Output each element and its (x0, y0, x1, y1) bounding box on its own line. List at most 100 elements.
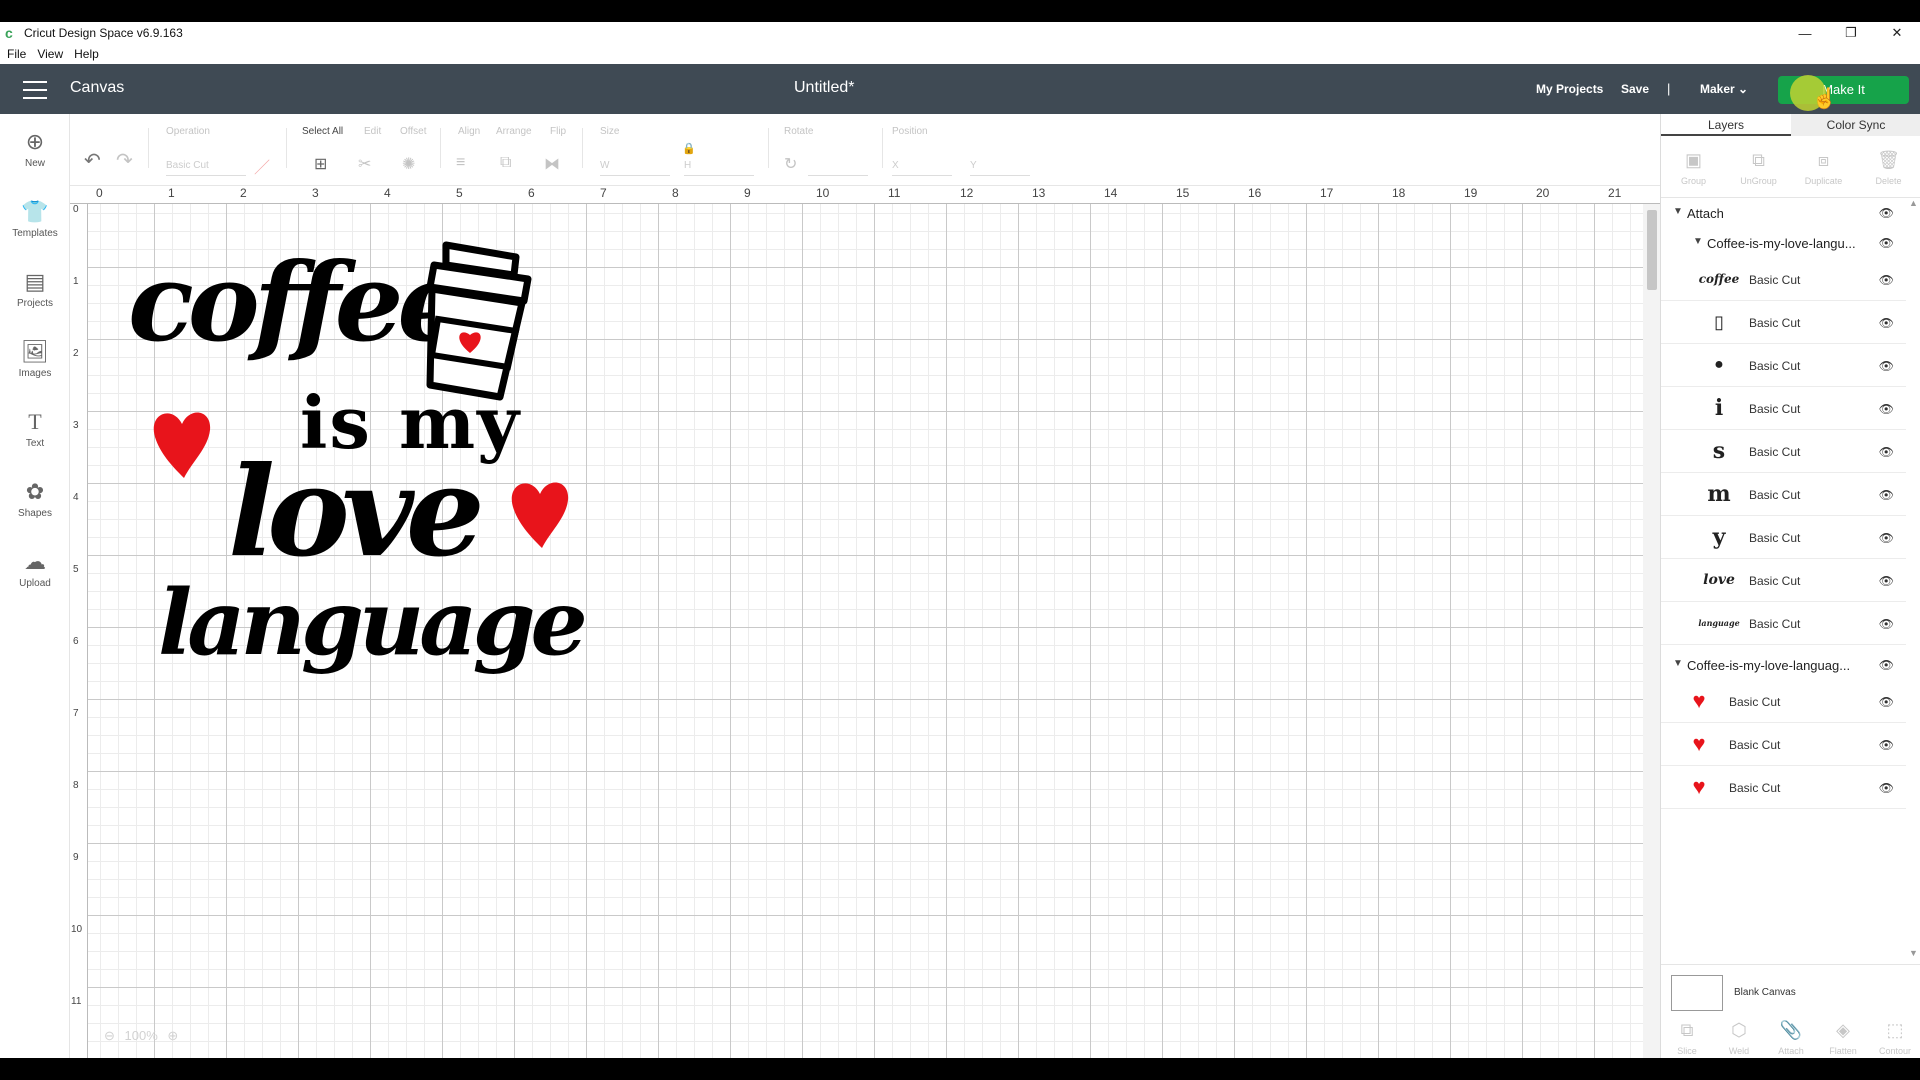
upload-cloud-icon: ☁ (24, 549, 46, 574)
menu-file[interactable]: File (7, 47, 26, 61)
eye-icon[interactable]: 👁 (1879, 236, 1894, 250)
ruler-number: 2 (73, 348, 79, 359)
blank-canvas-swatch[interactable] (1671, 975, 1723, 1011)
heart-icon: ♥ (1692, 688, 1706, 713)
layer-item[interactable]: love Basic Cut 👁 (1661, 559, 1906, 602)
group-button[interactable]: ▣ Group (1661, 136, 1726, 197)
layer-item[interactable]: m Basic Cut 👁 (1661, 473, 1906, 516)
projects-icon: ▤ (24, 269, 46, 294)
eye-icon[interactable]: 👁 (1879, 402, 1894, 416)
layer-item[interactable]: y Basic Cut 👁 (1661, 516, 1906, 559)
collapse-triangle-icon[interactable]: ▼ (1693, 236, 1703, 247)
eye-icon[interactable]: 👁 (1879, 738, 1894, 752)
eye-icon[interactable]: 👁 (1879, 695, 1894, 709)
tab-color-sync[interactable]: Color Sync (1791, 114, 1920, 136)
design-word-coffee: coffee (128, 240, 466, 366)
eye-icon[interactable]: 👁 (1879, 206, 1894, 220)
coffee-love-language-design[interactable]: coffee is my love language (120, 240, 588, 730)
eye-icon[interactable]: 👁 (1879, 488, 1894, 502)
sidebar-item-templates[interactable]: 👕 Templates (0, 192, 70, 252)
hamburger-menu-icon[interactable] (23, 81, 47, 99)
sidebar-item-shapes[interactable]: ✿ Shapes (0, 472, 70, 532)
layer-item[interactable]: ♥ Basic Cut 👁 (1661, 680, 1906, 723)
attach-button[interactable]: 📎 Attach (1765, 1016, 1817, 1058)
layer-group-text[interactable]: ▼ Coffee-is-my-love-langu... 👁 (1661, 228, 1906, 258)
collapse-triangle-icon[interactable]: ▼ (1673, 658, 1683, 669)
layer-item[interactable]: coffee Basic Cut 👁 (1661, 258, 1906, 301)
sidebar-item-new[interactable]: ⊕ New (0, 122, 70, 182)
sidebar-item-images[interactable]: 🖼 Images (0, 332, 70, 392)
eye-icon[interactable]: 👁 (1879, 531, 1894, 545)
pen-color-icon[interactable]: ／ (254, 154, 270, 178)
operation-select[interactable]: Basic Cut (166, 160, 246, 176)
rotate-input[interactable] (808, 160, 868, 176)
save-button[interactable]: Save (1621, 82, 1649, 96)
zoom-in-icon[interactable]: ⊕ (167, 1028, 178, 1043)
lock-icon[interactable]: 🔒 (682, 142, 696, 155)
height-input[interactable]: H (684, 160, 754, 176)
layer-group-hearts[interactable]: ▼ Coffee-is-my-love-languag... 👁 (1661, 650, 1906, 680)
machine-select[interactable]: Maker ⌄ (1700, 82, 1748, 96)
sidebar-item-upload[interactable]: ☁ Upload (0, 542, 70, 602)
offset-icon[interactable]: ✺ (402, 154, 415, 174)
my-projects-link[interactable]: My Projects (1536, 82, 1603, 96)
eye-icon[interactable]: 👁 (1879, 359, 1894, 373)
collapse-triangle-icon[interactable]: ▼ (1673, 206, 1683, 217)
toolbar-divider (882, 128, 883, 168)
eye-icon[interactable]: 👁 (1879, 658, 1894, 672)
restore-button[interactable]: ❐ (1828, 22, 1874, 44)
layer-item[interactable]: ● Basic Cut 👁 (1661, 344, 1906, 387)
flip-icon[interactable]: ⧓ (544, 154, 560, 174)
redo-icon[interactable]: ↷ (116, 148, 133, 173)
contour-button[interactable]: ⬚ Contour (1869, 1016, 1920, 1058)
layer-thumb-coffee: coffee (1698, 272, 1740, 286)
ungroup-button[interactable]: ⧉ UnGroup (1726, 136, 1791, 197)
x-input[interactable]: X (892, 160, 952, 176)
layer-item[interactable]: language Basic Cut 👁 (1661, 602, 1906, 645)
layers-scrollbar[interactable]: ▲ ▼ (1906, 198, 1920, 964)
eye-icon[interactable]: 👁 (1879, 273, 1894, 287)
eye-icon[interactable]: 👁 (1879, 574, 1894, 588)
scroll-up-icon[interactable]: ▲ (1909, 198, 1918, 208)
layer-thumb-love: love (1703, 572, 1735, 588)
close-button[interactable]: ✕ (1874, 22, 1920, 44)
layer-item[interactable]: s Basic Cut 👁 (1661, 430, 1906, 473)
eye-icon[interactable]: 👁 (1879, 316, 1894, 330)
layer-item[interactable]: i Basic Cut 👁 (1661, 387, 1906, 430)
eye-icon[interactable]: 👁 (1879, 617, 1894, 631)
duplicate-icon: ⧈ (1817, 150, 1830, 170)
tab-layers[interactable]: Layers (1661, 114, 1791, 136)
layer-item[interactable]: ▯ Basic Cut 👁 (1661, 301, 1906, 344)
canvas-vertical-scrollbar[interactable] (1643, 204, 1660, 1058)
menu-help[interactable]: Help (74, 47, 99, 61)
bottom-actions: ⧉ Slice ⬡ Weld 📎 Attach ◈ Flatten ⬚ Contour (1661, 1016, 1920, 1058)
width-input[interactable]: W (600, 160, 670, 176)
scroll-thumb[interactable] (1647, 210, 1657, 290)
minimize-button[interactable]: — (1782, 22, 1828, 44)
select-all-icon[interactable]: ⊞ (314, 154, 327, 174)
menu-view[interactable]: View (37, 47, 63, 61)
blank-canvas-row[interactable]: Blank Canvas (1661, 964, 1920, 1016)
cricut-logo-icon: c (5, 25, 13, 41)
layer-group-attach[interactable]: ▼ Attach 👁 (1661, 198, 1906, 228)
arrange-icon[interactable]: ⧉ (500, 154, 511, 172)
scroll-down-icon[interactable]: ▼ (1909, 948, 1918, 958)
ruler-number: 5 (456, 186, 463, 200)
undo-icon[interactable]: ↶ (84, 148, 101, 173)
zoom-out-icon[interactable]: ⊖ (104, 1028, 115, 1043)
eye-icon[interactable]: 👁 (1879, 781, 1894, 795)
section-title: Canvas (70, 79, 125, 96)
sidebar-item-text[interactable]: T Text (0, 402, 70, 462)
delete-button[interactable]: 🗑 Delete (1856, 136, 1920, 197)
align-icon[interactable]: ≡ (456, 154, 465, 172)
edit-icon[interactable]: ✂ (358, 154, 371, 174)
y-input[interactable]: Y (970, 160, 1030, 176)
sidebar-item-projects[interactable]: ▤ Projects (0, 262, 70, 322)
eye-icon[interactable]: 👁 (1879, 445, 1894, 459)
duplicate-button[interactable]: ⧈ Duplicate (1791, 136, 1856, 197)
layer-item[interactable]: ♥ Basic Cut 👁 (1661, 723, 1906, 766)
layer-item[interactable]: ♥ Basic Cut 👁 (1661, 766, 1906, 809)
flatten-button[interactable]: ◈ Flatten (1817, 1016, 1869, 1058)
weld-button[interactable]: ⬡ Weld (1713, 1016, 1765, 1058)
slice-button[interactable]: ⧉ Slice (1661, 1016, 1713, 1058)
